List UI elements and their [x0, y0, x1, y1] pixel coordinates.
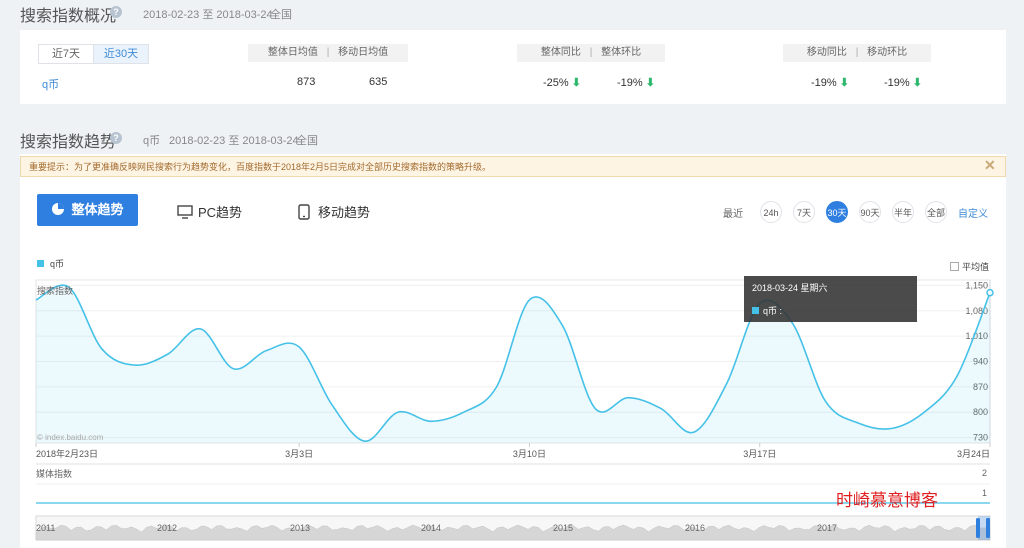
timeline-handle-right	[986, 518, 990, 538]
media-tick: 1	[982, 488, 988, 498]
hover-point	[986, 288, 994, 297]
search-index-label: 搜索指数	[37, 286, 74, 296]
tooltip-date: 2018-03-24 星期六	[752, 283, 828, 293]
blog-watermark: 时崎慕意博客	[836, 491, 938, 511]
x-tick-label: 2018年2月23日	[36, 448, 98, 459]
chart-watermark: © index.baidu.com	[37, 433, 104, 442]
y-tick-label: 1,150	[965, 280, 988, 290]
timeline-handle-left	[976, 518, 980, 538]
tooltip-swatch	[752, 307, 759, 314]
media-tick: 2	[982, 468, 988, 478]
x-tick-label: 3月17日	[743, 449, 776, 459]
x-tick-label: 3月24日	[957, 449, 990, 459]
timeline-year: 2011	[36, 523, 56, 533]
chart-tooltip: 2018-03-24 星期六 q币 :	[744, 276, 917, 322]
tooltip-series: q币 :	[752, 304, 782, 317]
timeline-year: 2013	[290, 523, 311, 533]
timeline-year: 2015	[553, 523, 574, 533]
search-index-chart[interactable]: 1,1501,0801,0109408708007302018年2月23日3月3…	[0, 0, 1024, 548]
x-tick-label: 3月10日	[513, 449, 546, 459]
tooltip-series-label: q币 :	[763, 306, 783, 316]
x-tick-label: 3月3日	[285, 449, 313, 459]
timeline-year: 2012	[157, 523, 178, 533]
timeline-year: 2014	[421, 523, 442, 533]
timeline-year: 2017	[817, 523, 838, 533]
timeline-year: 2016	[685, 523, 706, 533]
media-index-label: 媒体指数	[36, 469, 73, 479]
